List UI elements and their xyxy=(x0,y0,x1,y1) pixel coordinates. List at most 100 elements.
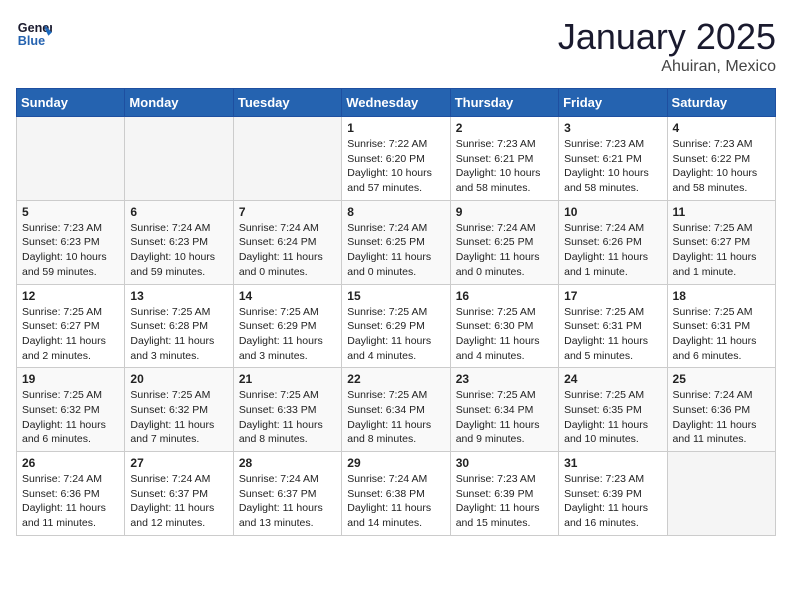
calendar-cell: 20 Sunrise: 7:25 AM Sunset: 6:32 PM Dayli… xyxy=(125,368,233,452)
calendar-cell: 26Sunrise: 7:24 AM Sunset: 6:36 PM Dayli… xyxy=(17,452,125,536)
day-number: 15 xyxy=(347,289,444,303)
day-info: Sunrise: 7:25 AM Sunset: 6:29 PM Dayligh… xyxy=(239,305,336,364)
day-number: 28 xyxy=(239,456,336,470)
day-number: 22 xyxy=(347,372,444,386)
calendar-cell: 30 Sunrise: 7:23 AM Sunset: 6:39 PM Dayli… xyxy=(450,452,558,536)
day-number: 25 xyxy=(673,372,770,386)
day-info: Sunrise: 7:24 AM Sunset: 6:25 PM Dayligh… xyxy=(456,221,553,280)
day-info: Sunrise: 7:24 AM Sunset: 6:37 PM Dayligh… xyxy=(239,472,336,531)
day-number: 30 xyxy=(456,456,553,470)
day-number: 29 xyxy=(347,456,444,470)
calendar-cell: 3Sunrise: 7:23 AM Sunset: 6:21 PM Daylig… xyxy=(559,117,667,201)
calendar-cell: 24Sunrise: 7:25 AM Sunset: 6:35 PM Dayli… xyxy=(559,368,667,452)
day-info: Sunrise: 7:24 AM Sunset: 6:25 PM Dayligh… xyxy=(347,221,444,280)
day-number: 10 xyxy=(564,205,661,219)
day-number: 4 xyxy=(673,121,770,135)
day-info: Sunrise: 7:25 AM Sunset: 6:27 PM Dayligh… xyxy=(673,221,770,280)
day-info: Sunrise: 7:25 AM Sunset: 6:33 PM Dayligh… xyxy=(239,388,336,447)
calendar-cell xyxy=(17,117,125,201)
calendar-cell: 29 Sunrise: 7:24 AM Sunset: 6:38 PM Dayli… xyxy=(342,452,450,536)
day-number: 20 xyxy=(130,372,227,386)
calendar-cell: 8 Sunrise: 7:24 AM Sunset: 6:25 PM Daylig… xyxy=(342,200,450,284)
calendar-cell: 2 Sunrise: 7:23 AM Sunset: 6:21 PM Daylig… xyxy=(450,117,558,201)
day-number: 5 xyxy=(22,205,119,219)
calendar-cell: 15Sunrise: 7:25 AM Sunset: 6:29 PM Dayli… xyxy=(342,284,450,368)
calendar-cell: 10 Sunrise: 7:24 AM Sunset: 6:26 PM Dayli… xyxy=(559,200,667,284)
weekday-header-friday: Friday xyxy=(559,89,667,117)
day-number: 3 xyxy=(564,121,661,135)
calendar-cell xyxy=(667,452,775,536)
day-number: 7 xyxy=(239,205,336,219)
day-number: 23 xyxy=(456,372,553,386)
calendar-cell: 6 Sunrise: 7:24 AM Sunset: 6:23 PM Daylig… xyxy=(125,200,233,284)
calendar-cell: 5 Sunrise: 7:23 AM Sunset: 6:23 PM Daylig… xyxy=(17,200,125,284)
logo-icon: General Blue xyxy=(16,16,52,52)
weekday-header-thursday: Thursday xyxy=(450,89,558,117)
day-info: Sunrise: 7:22 AM Sunset: 6:20 PM Dayligh… xyxy=(347,137,444,196)
day-number: 13 xyxy=(130,289,227,303)
calendar-cell: 14 Sunrise: 7:25 AM Sunset: 6:29 PM Dayli… xyxy=(233,284,341,368)
day-info: Sunrise: 7:25 AM Sunset: 6:34 PM Dayligh… xyxy=(456,388,553,447)
calendar-cell: 28 Sunrise: 7:24 AM Sunset: 6:37 PM Dayli… xyxy=(233,452,341,536)
page-header: General Blue January 2025 Ahuiran, Mexic… xyxy=(16,16,776,76)
calendar-week-row: 26Sunrise: 7:24 AM Sunset: 6:36 PM Dayli… xyxy=(17,452,776,536)
day-info: Sunrise: 7:24 AM Sunset: 6:23 PM Dayligh… xyxy=(130,221,227,280)
day-info: Sunrise: 7:25 AM Sunset: 6:34 PM Dayligh… xyxy=(347,388,444,447)
day-number: 1 xyxy=(347,121,444,135)
title-block: January 2025 Ahuiran, Mexico xyxy=(558,16,776,76)
day-number: 8 xyxy=(347,205,444,219)
month-title: January 2025 xyxy=(558,16,776,58)
calendar-week-row: 12Sunrise: 7:25 AM Sunset: 6:27 PM Dayli… xyxy=(17,284,776,368)
day-number: 21 xyxy=(239,372,336,386)
day-info: Sunrise: 7:25 AM Sunset: 6:32 PM Dayligh… xyxy=(130,388,227,447)
day-number: 17 xyxy=(564,289,661,303)
calendar-cell: 7 Sunrise: 7:24 AM Sunset: 6:24 PM Daylig… xyxy=(233,200,341,284)
day-number: 12 xyxy=(22,289,119,303)
calendar-cell: 11 Sunrise: 7:25 AM Sunset: 6:27 PM Dayli… xyxy=(667,200,775,284)
day-info: Sunrise: 7:23 AM Sunset: 6:23 PM Dayligh… xyxy=(22,221,119,280)
day-info: Sunrise: 7:24 AM Sunset: 6:26 PM Dayligh… xyxy=(564,221,661,280)
day-info: Sunrise: 7:24 AM Sunset: 6:36 PM Dayligh… xyxy=(673,388,770,447)
day-number: 6 xyxy=(130,205,227,219)
calendar-cell xyxy=(125,117,233,201)
svg-text:Blue: Blue xyxy=(18,34,45,48)
day-number: 14 xyxy=(239,289,336,303)
calendar-week-row: 1 Sunrise: 7:22 AM Sunset: 6:20 PM Daylig… xyxy=(17,117,776,201)
logo: General Blue xyxy=(16,16,52,52)
weekday-header-sunday: Sunday xyxy=(17,89,125,117)
day-number: 16 xyxy=(456,289,553,303)
calendar-table: SundayMondayTuesdayWednesdayThursdayFrid… xyxy=(16,88,776,536)
calendar-cell: 1 Sunrise: 7:22 AM Sunset: 6:20 PM Daylig… xyxy=(342,117,450,201)
calendar-cell: 16 Sunrise: 7:25 AM Sunset: 6:30 PM Dayli… xyxy=(450,284,558,368)
calendar-cell: 17 Sunrise: 7:25 AM Sunset: 6:31 PM Dayli… xyxy=(559,284,667,368)
day-number: 31 xyxy=(564,456,661,470)
calendar-cell: 12Sunrise: 7:25 AM Sunset: 6:27 PM Dayli… xyxy=(17,284,125,368)
weekday-header-monday: Monday xyxy=(125,89,233,117)
day-info: Sunrise: 7:25 AM Sunset: 6:30 PM Dayligh… xyxy=(456,305,553,364)
calendar-cell: 23 Sunrise: 7:25 AM Sunset: 6:34 PM Dayli… xyxy=(450,368,558,452)
day-info: Sunrise: 7:23 AM Sunset: 6:21 PM Dayligh… xyxy=(456,137,553,196)
calendar-cell: 9Sunrise: 7:24 AM Sunset: 6:25 PM Daylig… xyxy=(450,200,558,284)
day-info: Sunrise: 7:23 AM Sunset: 6:39 PM Dayligh… xyxy=(456,472,553,531)
day-info: Sunrise: 7:25 AM Sunset: 6:31 PM Dayligh… xyxy=(673,305,770,364)
day-number: 2 xyxy=(456,121,553,135)
calendar-cell: 19Sunrise: 7:25 AM Sunset: 6:32 PM Dayli… xyxy=(17,368,125,452)
weekday-header-saturday: Saturday xyxy=(667,89,775,117)
day-number: 18 xyxy=(673,289,770,303)
day-info: Sunrise: 7:23 AM Sunset: 6:22 PM Dayligh… xyxy=(673,137,770,196)
day-number: 19 xyxy=(22,372,119,386)
location-title: Ahuiran, Mexico xyxy=(558,58,776,76)
weekday-header-tuesday: Tuesday xyxy=(233,89,341,117)
day-info: Sunrise: 7:24 AM Sunset: 6:38 PM Dayligh… xyxy=(347,472,444,531)
day-info: Sunrise: 7:24 AM Sunset: 6:24 PM Dayligh… xyxy=(239,221,336,280)
weekday-header-row: SundayMondayTuesdayWednesdayThursdayFrid… xyxy=(17,89,776,117)
calendar-cell: 13Sunrise: 7:25 AM Sunset: 6:28 PM Dayli… xyxy=(125,284,233,368)
calendar-week-row: 19 Sunrise: 7:25 AM Sunset: 6:32 PM Dayli… xyxy=(17,368,776,452)
day-info: Sunrise: 7:25 AM Sunset: 6:35 PM Dayligh… xyxy=(564,388,661,447)
calendar-week-row: 5 Sunrise: 7:23 AM Sunset: 6:23 PM Daylig… xyxy=(17,200,776,284)
day-info: Sunrise: 7:25 AM Sunset: 6:31 PM Dayligh… xyxy=(564,305,661,364)
calendar-cell: 21 Sunrise: 7:25 AM Sunset: 6:33 PM Dayli… xyxy=(233,368,341,452)
day-number: 11 xyxy=(673,205,770,219)
day-number: 27 xyxy=(130,456,227,470)
calendar-cell xyxy=(233,117,341,201)
